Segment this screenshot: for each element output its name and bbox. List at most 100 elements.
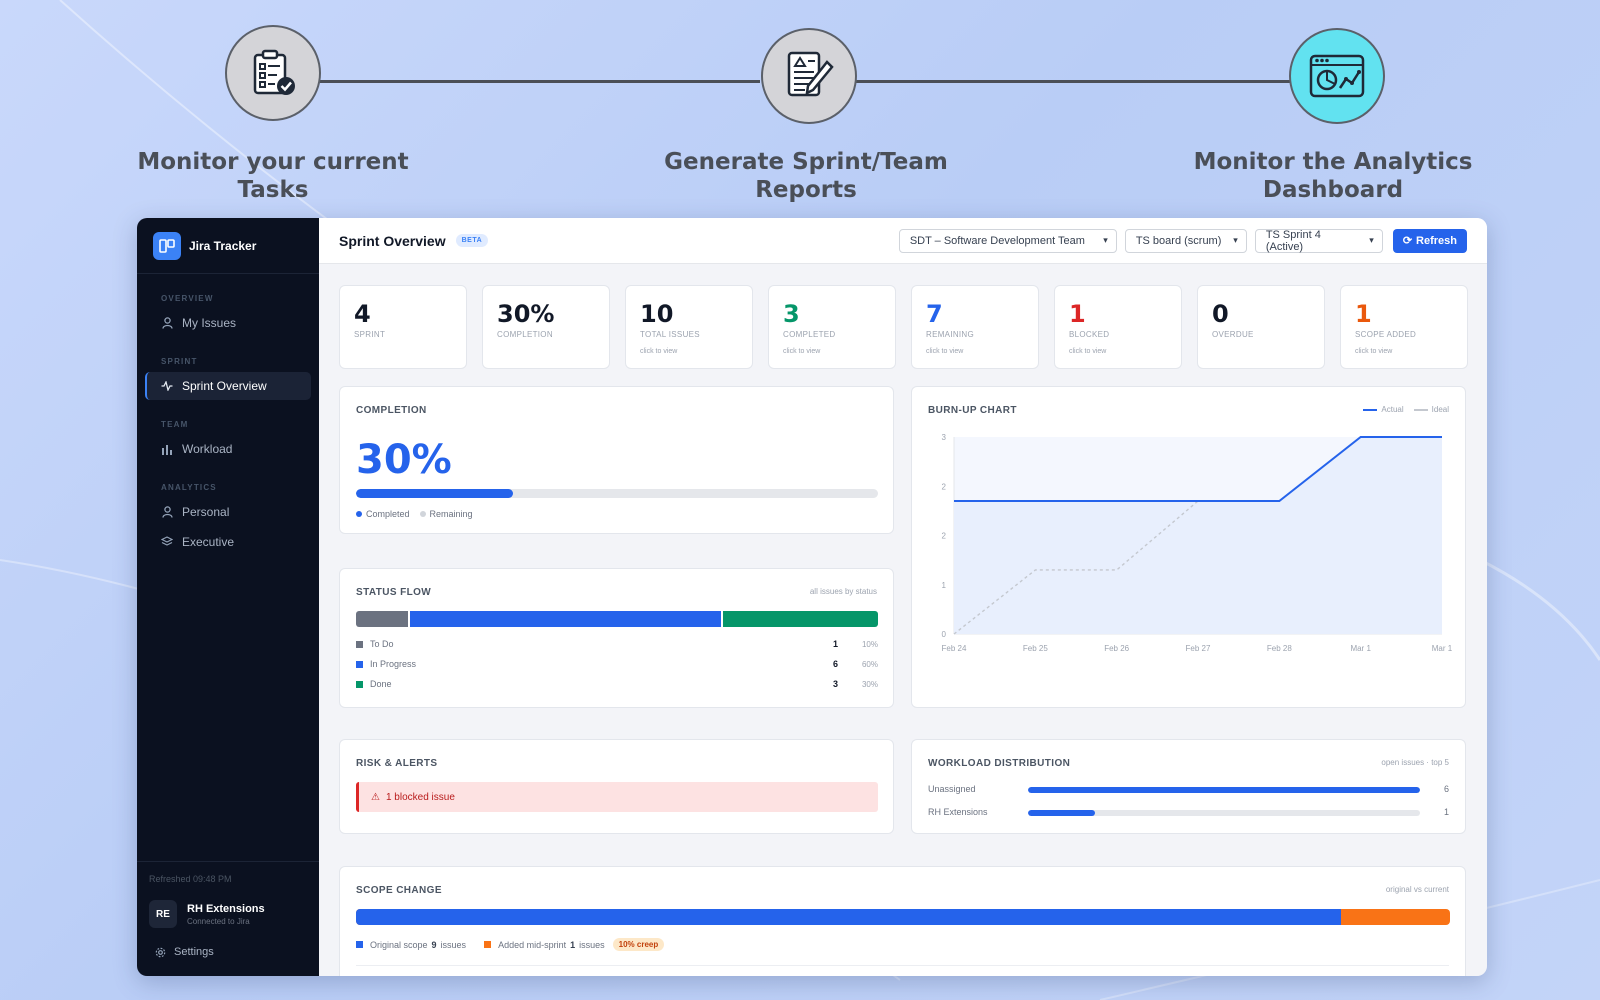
app-window: Jira Tracker OVERVIEW My Issues SPRINT S…: [137, 218, 1487, 976]
chevron-down-icon: ▾: [1369, 235, 1374, 245]
sidebar-item-label: Personal: [182, 505, 230, 519]
refresh-button[interactable]: ⟳ Refresh: [1392, 228, 1467, 253]
chevron-down-icon: ▾: [1233, 235, 1238, 245]
status-label: To Do: [370, 639, 394, 649]
status-count: 3: [832, 679, 838, 689]
report-edit-icon: [787, 51, 834, 97]
stat-sub: click to view: [926, 348, 964, 355]
stat-label: OVERDUE: [1212, 330, 1254, 339]
flow-connector: [320, 80, 760, 83]
board-select-value: TS board (scrum): [1135, 234, 1222, 247]
stat-card-blocked[interactable]: 1 BLOCKED click to view: [1054, 285, 1182, 369]
connection-status: Connected to Jira: [187, 916, 250, 926]
status-flow-card: STATUS FLOW all issues by status To Do 1 1…: [339, 568, 894, 708]
card-note: open issues · top 5: [1381, 758, 1449, 767]
legend-completed: Completed: [366, 509, 410, 519]
stat-label: SPRINT: [354, 330, 386, 339]
sidebar-item-label: My Issues: [182, 316, 237, 330]
workload-bar-track: [1028, 810, 1420, 816]
step-3-badge: [1289, 28, 1385, 124]
sidebar-item-my-issues[interactable]: My Issues: [145, 309, 311, 337]
sprint-select[interactable]: TS Sprint 4 (Active) ▾: [1254, 228, 1383, 253]
status-label: In Progress: [370, 659, 417, 669]
burn-up-chart-card: BURN-UP CHART Actual Ideal 0 1 2 2 3 Feb 24 Fe…: [911, 386, 1466, 708]
status-row: To Do 1 10%: [356, 639, 878, 649]
user-name: RH Extensions: [187, 902, 265, 915]
sidebar-item-label: Executive: [182, 535, 235, 549]
original-scope-unit: issues: [440, 939, 467, 950]
step-1-badge: [225, 25, 321, 121]
stat-card-total-issues[interactable]: 10 TOTAL ISSUES click to view: [625, 285, 753, 369]
stat-value: 3: [783, 300, 800, 328]
settings-link[interactable]: Settings: [137, 928, 319, 976]
sidebar-item-sprint-overview[interactable]: Sprint Overview: [145, 372, 311, 400]
stat-value: 1: [1069, 300, 1086, 328]
x-tick-label: Feb 24: [942, 644, 967, 653]
stat-card-overdue: 0 OVERDUE: [1197, 285, 1325, 369]
project-select-value: SDT – Software Development Team: [909, 234, 1085, 247]
user-icon: [160, 506, 174, 518]
user-profile[interactable]: RE RH Extensions Connected to Jira: [137, 884, 319, 928]
step-2-title: Generate Sprint/Team Reports: [664, 149, 948, 203]
x-tick-label: Feb 27: [1186, 644, 1211, 653]
stat-card-remaining[interactable]: 7 REMAINING click to view: [911, 285, 1039, 369]
card-title: COMPLETION: [356, 405, 427, 416]
workload-bar-fill: [1028, 787, 1420, 793]
blocked-issue-alert[interactable]: ⚠ 1 blocked issue: [356, 782, 878, 812]
alert-text: 1 blocked issue: [385, 791, 455, 803]
brand[interactable]: Jira Tracker: [137, 218, 319, 274]
sidebar-item-personal[interactable]: Personal: [145, 498, 311, 526]
stat-label: COMPLETION: [497, 330, 553, 339]
status-segment: [722, 611, 878, 627]
stat-label: REMAINING: [926, 330, 975, 339]
stat-sub: click to view: [1355, 348, 1393, 355]
status-segment: [356, 611, 408, 627]
brand-name: Jira Tracker: [189, 238, 257, 253]
board-select[interactable]: TS board (scrum) ▾: [1124, 228, 1247, 253]
stat-sub: click to view: [1069, 348, 1107, 355]
legend-remaining: Remaining: [429, 509, 473, 519]
step-2-badge: [761, 28, 857, 124]
status-pct: 10%: [861, 639, 878, 649]
stat-value: 4: [354, 300, 371, 328]
card-title: WORKLOAD DISTRIBUTION: [928, 758, 1071, 769]
stat-card-scope-added[interactable]: 1 SCOPE ADDED click to view: [1340, 285, 1468, 369]
completion-card: COMPLETION 30% Completed Remaining: [339, 386, 894, 534]
section-overview: OVERVIEW: [161, 294, 214, 303]
section-analytics: ANALYTICS: [161, 483, 217, 492]
stat-label: COMPLETED: [783, 330, 836, 339]
y-tick-label: 1: [942, 581, 947, 590]
completion-progress-bar: [356, 489, 878, 498]
workload-name: RH Extensions: [928, 807, 988, 817]
y-tick-label: 2: [942, 532, 947, 541]
x-tick-label: Feb 26: [1104, 644, 1129, 653]
card-note: original vs current: [1385, 885, 1449, 894]
project-select[interactable]: SDT – Software Development Team ▾: [898, 228, 1117, 253]
stat-card-completed[interactable]: 3 COMPLETED click to view: [768, 285, 896, 369]
sidebar-item-workload[interactable]: Workload: [145, 435, 311, 463]
refresh-label: Refresh: [1416, 234, 1457, 247]
x-tick-label: Mar 1: [1432, 644, 1453, 653]
workload-distribution-card: WORKLOAD DISTRIBUTION open issues · top …: [911, 739, 1466, 834]
status-row: Done 3 30%: [356, 679, 878, 689]
beta-badge: BETA: [455, 234, 489, 247]
bar-chart-icon: [160, 444, 174, 455]
warning-icon: ⚠: [371, 791, 380, 803]
stat-card-sprint: 4 SPRINT: [339, 285, 467, 369]
sidebar-item-executive[interactable]: Executive: [145, 528, 311, 556]
stat-label: SCOPE ADDED: [1355, 330, 1417, 339]
scope-original-fill: [356, 909, 1341, 925]
refreshed-time: Refreshed 09:48 PM: [149, 874, 232, 884]
card-title: RISK & ALERTS: [356, 758, 438, 769]
step-1-title: Monitor your current Tasks: [137, 149, 409, 203]
added-scope-label: Added mid-sprint: [498, 939, 567, 950]
jira-tracker-logo-icon: [153, 231, 181, 260]
page-title: Sprint Overview: [339, 232, 446, 249]
card-title: SCOPE CHANGE: [356, 885, 442, 896]
clipboard-check-icon: [253, 49, 295, 95]
burn-up-chart: 0 1 2 2 3 Feb 24 Feb 25 Feb 26 Feb 27 Feb 28 Mar 1…: [942, 433, 1453, 653]
avatar: RE: [149, 900, 177, 928]
workload-bar-track: [1028, 787, 1420, 793]
stat-value: 1: [1355, 300, 1372, 328]
divider: [356, 965, 1449, 966]
